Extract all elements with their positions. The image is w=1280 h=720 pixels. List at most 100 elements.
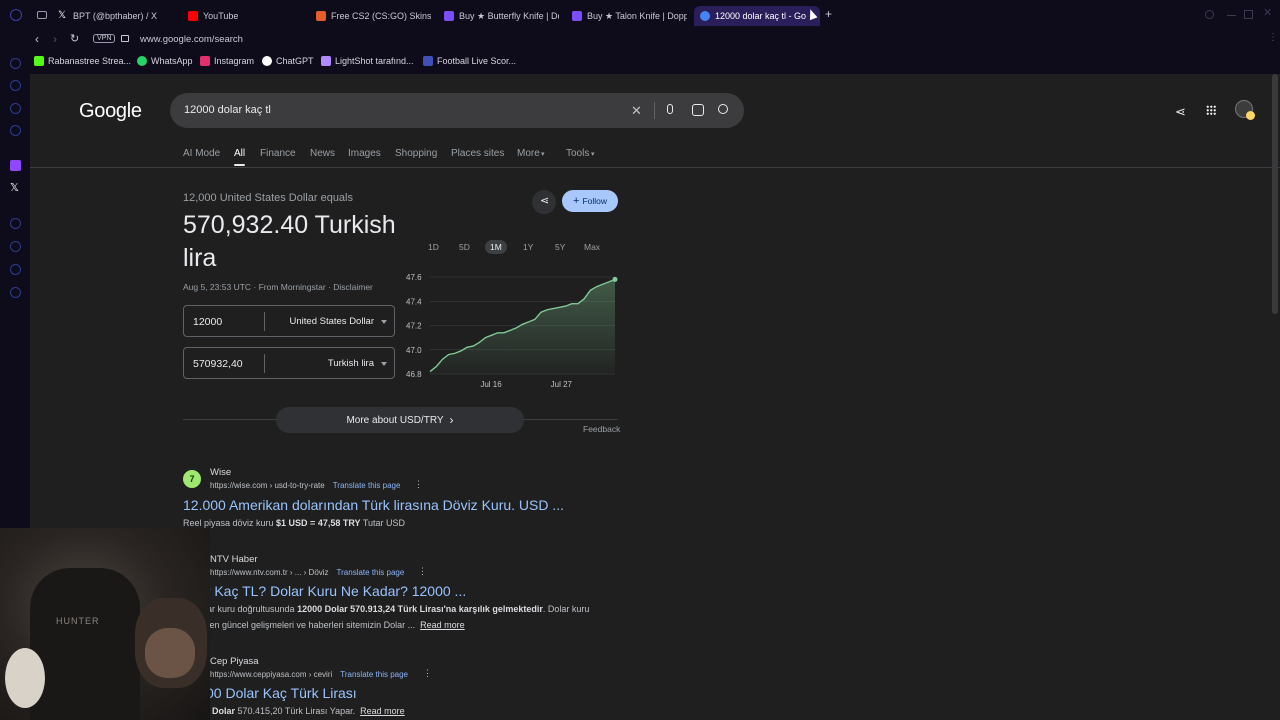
range-1d[interactable]: 1D	[423, 240, 444, 254]
result-title-link[interactable]: 12.000 Amerikan dolarından Türk lirasına…	[183, 497, 564, 513]
address-bar: ‹ › ↻ VPN www.google.com/search ⋮	[0, 30, 1280, 50]
sidebar-app-icon[interactable]	[10, 218, 21, 229]
result-title-link[interactable]: ar Kaç TL? Dolar Kuru Ne Kadar? 12000 ..…	[198, 583, 466, 599]
tab-shopping[interactable]: Shopping	[395, 148, 437, 159]
lens-icon[interactable]	[692, 104, 704, 116]
tab-overview-icon[interactable]	[37, 11, 47, 19]
sidebar-app-icon[interactable]	[10, 80, 21, 91]
tab-news[interactable]: News	[310, 148, 335, 159]
result-title-link[interactable]: 00 Dolar Kaç Türk Lirası	[206, 685, 357, 701]
to-currency-box[interactable]: 570932,40 Turkish lira	[183, 347, 395, 379]
microphone-icon[interactable]	[667, 104, 673, 114]
sidebar-app-icon[interactable]	[10, 58, 21, 69]
result-menu-icon[interactable]: ⋮	[423, 668, 432, 679]
translate-link[interactable]: Translate this page	[333, 481, 401, 490]
bookmark-lightshot[interactable]: LightShot tarafınd...	[321, 56, 414, 66]
tab-label: Free CS2 (CS:GO) Skins |	[331, 11, 431, 21]
result-site-name[interactable]: Cep Piyasa	[210, 656, 259, 667]
translate-link[interactable]: Translate this page	[340, 670, 408, 679]
back-icon[interactable]: ‹	[35, 32, 39, 46]
range-5d[interactable]: 5D	[454, 240, 475, 254]
lock-icon[interactable]	[121, 35, 129, 42]
translate-link[interactable]: Translate this page	[337, 568, 405, 577]
share-icon[interactable]: ⋖	[1175, 104, 1186, 120]
sidebar-app-icon[interactable]	[10, 103, 21, 114]
x-tick-label: Jul 27	[551, 380, 573, 389]
triangle-favicon-icon	[444, 11, 454, 21]
scrollbar[interactable]	[1272, 74, 1278, 314]
vpn-badge[interactable]: VPN	[93, 34, 116, 43]
browser-logo-icon[interactable]	[10, 9, 22, 21]
snippet-text: i en güncel gelişmeleri ve haberleri sit…	[205, 620, 416, 630]
feedback-link[interactable]: Feedback	[583, 424, 620, 434]
tab-talon-knife[interactable]: Buy ★ Talon Knife | Doppl	[572, 6, 687, 26]
source-disclaimer[interactable]: Aug 5, 23:53 UTC · From Morningstar · Di…	[183, 282, 373, 292]
sidebar-app-icon[interactable]	[10, 241, 21, 252]
result-url[interactable]: https://www.ceppiyasa.com › ceviri Transl…	[210, 670, 408, 679]
tab-youtube[interactable]: YouTube	[188, 6, 303, 26]
tab-images[interactable]: Images	[348, 148, 381, 159]
tab-places-sites[interactable]: Places sites	[451, 148, 504, 159]
amount-input[interactable]: 12000	[193, 316, 222, 328]
person-face	[145, 628, 195, 678]
search-tabs-icon[interactable]	[1205, 10, 1214, 19]
search-icon[interactable]	[718, 104, 728, 114]
tab-more[interactable]: More	[517, 148, 540, 159]
reload-icon[interactable]: ↻	[70, 32, 79, 45]
maximize-icon[interactable]	[1244, 10, 1253, 19]
sidebar-app-icon[interactable]	[10, 264, 21, 275]
bookmark-football[interactable]: Football Live Scor...	[423, 56, 516, 66]
close-window-icon[interactable]: ✕	[1263, 6, 1272, 19]
tab-finance[interactable]: Finance	[260, 148, 296, 159]
tab-x[interactable]: 𝕏 BPT (@bpthaber) / X	[58, 6, 173, 26]
read-more-link[interactable]: Read more	[420, 620, 465, 630]
range-5y[interactable]: 5Y	[550, 240, 570, 254]
tab-tools[interactable]: Tools	[566, 148, 589, 159]
tab-google-search[interactable]: 12000 dolar kaç tl - Go	[694, 6, 820, 26]
header-divider	[30, 167, 1280, 168]
menu-dots-icon[interactable]: ⋮	[1268, 32, 1278, 43]
result-snippet: Dolar 570.415,20 Türk Lirası Yapar. Read…	[212, 703, 405, 719]
apps-grid-icon[interactable]	[1206, 105, 1216, 115]
more-about-button[interactable]: More about USD/TRY ›	[276, 407, 524, 433]
range-max[interactable]: Max	[579, 240, 605, 254]
converted-input[interactable]: 570932,40	[193, 358, 243, 370]
twitch-icon[interactable]	[10, 160, 21, 171]
new-tab-icon[interactable]: +	[825, 7, 832, 21]
sidebar-app-icon[interactable]	[10, 125, 21, 136]
result-site-name[interactable]: Wise	[210, 467, 231, 478]
google-logo[interactable]: Google	[79, 100, 142, 123]
bookmark-whatsapp[interactable]: WhatsApp	[137, 56, 193, 66]
tab-all[interactable]: All	[234, 148, 245, 159]
bookmark-instagram[interactable]: Instagram	[200, 56, 254, 66]
tab-butterfly-knife[interactable]: Buy ★ Butterfly Knife | Do	[444, 6, 559, 26]
result-menu-icon[interactable]: ⋮	[418, 566, 427, 577]
range-1m[interactable]: 1M	[485, 240, 507, 254]
bookmark-chatgpt[interactable]: ChatGPT	[262, 56, 314, 66]
follow-button[interactable]: + Follow	[562, 190, 618, 212]
result-url-text: https://www.ceppiyasa.com › ceviri	[210, 670, 333, 679]
from-currency-box[interactable]: 12000 United States Dollar	[183, 305, 395, 337]
search-box[interactable]: 12000 dolar kaç tl ✕	[170, 93, 744, 128]
settings-icon[interactable]	[10, 287, 21, 298]
result-url[interactable]: https://wise.com › usd-to-try-rate Transl…	[210, 481, 400, 490]
result-menu-icon[interactable]: ⋮	[414, 479, 423, 490]
tab-ai-mode[interactable]: AI Mode	[183, 148, 220, 159]
clear-icon[interactable]: ✕	[631, 103, 642, 119]
result-url[interactable]: https://www.ntv.com.tr › ... › Döviz Tran…	[210, 568, 404, 577]
flame-favicon-icon	[316, 11, 326, 21]
tab-free-cs2[interactable]: Free CS2 (CS:GO) Skins |	[316, 6, 431, 26]
x-sidebar-icon[interactable]: 𝕏	[10, 181, 19, 194]
forward-icon[interactable]: ›	[53, 32, 57, 46]
result-site-name[interactable]: NTV Haber	[210, 554, 258, 565]
range-1y[interactable]: 1Y	[518, 240, 538, 254]
minimize-icon[interactable]	[1227, 15, 1236, 16]
bookmark-kick[interactable]: Rabanastree Strea...	[34, 56, 131, 66]
from-currency-select[interactable]: United States Dollar	[290, 316, 374, 327]
exchange-rate-chart[interactable]: 47.6 47.4 47.2 47.0 46.8 Jul 16 Jul 27	[400, 269, 625, 391]
to-currency-select[interactable]: Turkish lira	[328, 358, 374, 369]
chevron-right-icon: ›	[449, 413, 454, 427]
url-text[interactable]: www.google.com/search	[140, 34, 243, 45]
read-more-link[interactable]: Read more	[360, 706, 405, 716]
search-input[interactable]: 12000 dolar kaç tl	[184, 104, 271, 116]
